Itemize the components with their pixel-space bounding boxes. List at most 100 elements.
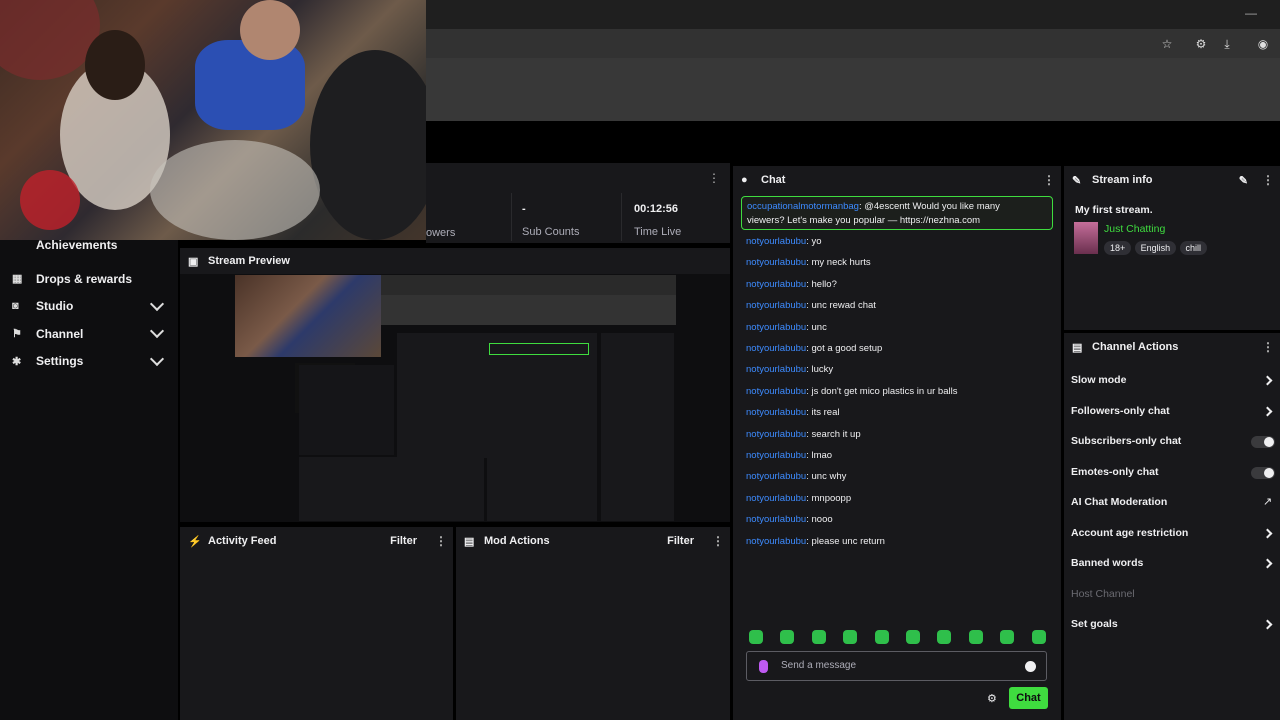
preview-stats — [397, 333, 491, 458]
microphone-icon[interactable] — [759, 660, 768, 673]
sidebar-item-settings[interactable]: ✱ Settings — [0, 348, 178, 376]
channel-action-7: Host Channel — [1071, 587, 1135, 600]
tag-chip[interactable]: English — [1134, 241, 1177, 255]
chat-input[interactable]: Send a message — [746, 651, 1047, 681]
emote-icon[interactable] — [811, 630, 826, 644]
activity-menu-icon[interactable]: ⋮ — [435, 534, 447, 548]
sidebar-item-drops[interactable]: ▦ Drops & rewards — [0, 265, 178, 293]
chat-message[interactable]: notyourlabubu: its real — [746, 406, 839, 420]
stats-menu-icon[interactable]: ⋮ — [708, 171, 720, 185]
chat-message-text: : mnpoopp — [806, 492, 852, 504]
sidebar-item-achievements[interactable]: Achievements — [0, 240, 178, 252]
chat-username[interactable]: notyourlabubu — [746, 343, 806, 354]
external-link-icon[interactable]: ↗ — [1263, 495, 1272, 508]
emote-icon[interactable] — [906, 630, 920, 644]
channel-action-8[interactable]: Set goals — [1071, 618, 1118, 630]
chat-username[interactable]: notyourlabubu — [746, 300, 806, 311]
highlighted-chat-message[interactable]: occupationalmotormanbag: @4escentt Would… — [741, 196, 1053, 230]
chat-username[interactable]: occupationalmotormanbag — [747, 201, 859, 212]
chat-message[interactable]: notyourlabubu: nooo — [746, 513, 833, 527]
chat-menu-icon[interactable]: ⋮ — [1043, 173, 1055, 187]
channel-action-0[interactable]: Slow mode — [1071, 374, 1126, 386]
emote-icon[interactable] — [1031, 630, 1046, 644]
channel-action-1[interactable]: Followers-only chat — [1071, 405, 1170, 417]
tag-chip[interactable]: chill — [1179, 241, 1208, 255]
mod-icon: ▤ — [464, 535, 475, 548]
channel-action-5[interactable]: Account age restriction — [1071, 527, 1188, 539]
chat-message-text: : @4escentt Would you like many — [858, 201, 1000, 212]
chat-message[interactable]: notyourlabubu: unc — [746, 321, 827, 335]
toggle-switch[interactable] — [1251, 466, 1275, 479]
chevron-down-icon[interactable] — [149, 296, 165, 311]
channel-action-3[interactable]: Emotes-only chat — [1071, 466, 1159, 478]
chat-message[interactable]: notyourlabubu: lmao — [746, 449, 832, 463]
edit-pencil-icon[interactable]: ✎ — [1239, 174, 1248, 187]
sub-counts-value: - — [522, 203, 526, 215]
chat-message[interactable]: notyourlabubu: please unc return — [746, 535, 885, 549]
emote-icon[interactable] — [843, 630, 858, 644]
emote-icon[interactable] — [937, 630, 952, 644]
chevron-down-icon[interactable] — [149, 351, 165, 366]
chat-username[interactable]: notyourlabubu — [746, 322, 806, 333]
chat-message[interactable]: notyourlabubu: unc why — [746, 470, 846, 484]
chat-username[interactable]: notyourlabubu — [746, 236, 806, 247]
channel-action-4[interactable]: AI Chat Moderation — [1071, 496, 1167, 508]
mod-menu-icon[interactable]: ⋮ — [712, 534, 724, 548]
channel-actions-menu-icon[interactable]: ⋮ — [1262, 340, 1274, 354]
chat-username[interactable]: notyourlabubu — [746, 536, 806, 547]
chat-username[interactable]: notyourlabubu — [746, 386, 806, 397]
chat-message[interactable]: notyourlabubu: my neck hurts — [746, 256, 871, 270]
channel-actions-header: ▤ Channel Actions ⋮ — [1064, 333, 1280, 361]
chat-username[interactable]: notyourlabubu — [746, 514, 806, 525]
download-icon[interactable]: ⤓ — [1219, 36, 1235, 52]
chat-message[interactable]: notyourlabubu: got a good setup — [746, 342, 882, 356]
chat-message[interactable]: notyourlabubu: unc rewad chat — [746, 299, 876, 313]
channel-action-2[interactable]: Subscribers-only chat — [1071, 435, 1181, 447]
category-link[interactable]: Just Chatting — [1104, 223, 1165, 235]
preview-stream-area — [299, 365, 394, 455]
chat-message[interactable]: notyourlabubu: hello? — [746, 278, 837, 292]
chat-message[interactable]: notyourlabubu: search it up — [746, 428, 861, 442]
stream-info-menu-icon[interactable]: ⋮ — [1262, 173, 1274, 187]
chat-username[interactable]: notyourlabubu — [746, 364, 806, 375]
chat-message[interactable]: notyourlabubu: lucky — [746, 363, 833, 377]
toggle-switch[interactable] — [1251, 436, 1275, 448]
emote-icon[interactable] — [780, 630, 795, 644]
chat-username[interactable]: notyourlabubu — [746, 471, 806, 482]
minimize-window-icon[interactable]: — — [1245, 6, 1257, 20]
chat-message-text: : its real — [806, 407, 840, 419]
chat-username[interactable]: notyourlabubu — [746, 407, 806, 418]
mod-filter-button[interactable]: Filter — [667, 535, 694, 547]
chevron-down-icon[interactable] — [149, 324, 165, 339]
category-box-art[interactable] — [1074, 222, 1098, 254]
tag-chip[interactable]: 18+ — [1104, 241, 1132, 255]
stream-tags: 18+ English chill — [1104, 240, 1208, 255]
emote-icon[interactable] — [874, 630, 889, 644]
time-live-label: Time Live — [634, 226, 682, 238]
chat-username[interactable]: notyourlabubu — [746, 493, 806, 504]
chat-message[interactable]: notyourlabubu: mnpoopp — [746, 492, 851, 506]
stream-preview-video[interactable] — [235, 275, 676, 521]
sidebar-item-studio[interactable]: ◙ Studio — [0, 293, 178, 321]
sidebar-item-channel[interactable]: ⚑ Channel — [0, 320, 178, 348]
chat-send-button[interactable]: Chat — [1009, 687, 1048, 709]
chat-username[interactable]: notyourlabubu — [746, 450, 806, 461]
bookmark-star-icon[interactable]: ☆ — [1159, 36, 1175, 52]
chat-username[interactable]: notyourlabubu — [746, 257, 806, 268]
profile-icon[interactable]: ◉ — [1255, 36, 1271, 52]
webcam-overlay — [0, 0, 426, 240]
preview-chat-highlight — [489, 343, 589, 355]
emote-icon[interactable] — [1000, 630, 1015, 644]
extension-icon[interactable]: ⚙ — [1193, 36, 1209, 52]
chat-message[interactable]: notyourlabubu: js don't get mico plastic… — [746, 385, 957, 399]
chat-username[interactable]: notyourlabubu — [746, 429, 806, 440]
emoji-picker-icon[interactable] — [1025, 661, 1036, 672]
activity-filter-button[interactable]: Filter — [390, 535, 417, 547]
channel-action-6[interactable]: Banned words — [1071, 557, 1143, 569]
chat-settings-icon[interactable]: ⚙ — [987, 692, 997, 705]
chat-username[interactable]: notyourlabubu — [746, 279, 806, 290]
chat-message[interactable]: notyourlabubu: yo — [746, 235, 822, 249]
emote-icon[interactable] — [968, 630, 983, 644]
sidebar-item-label: Achievements — [36, 240, 118, 252]
emote-icon[interactable] — [749, 630, 763, 644]
